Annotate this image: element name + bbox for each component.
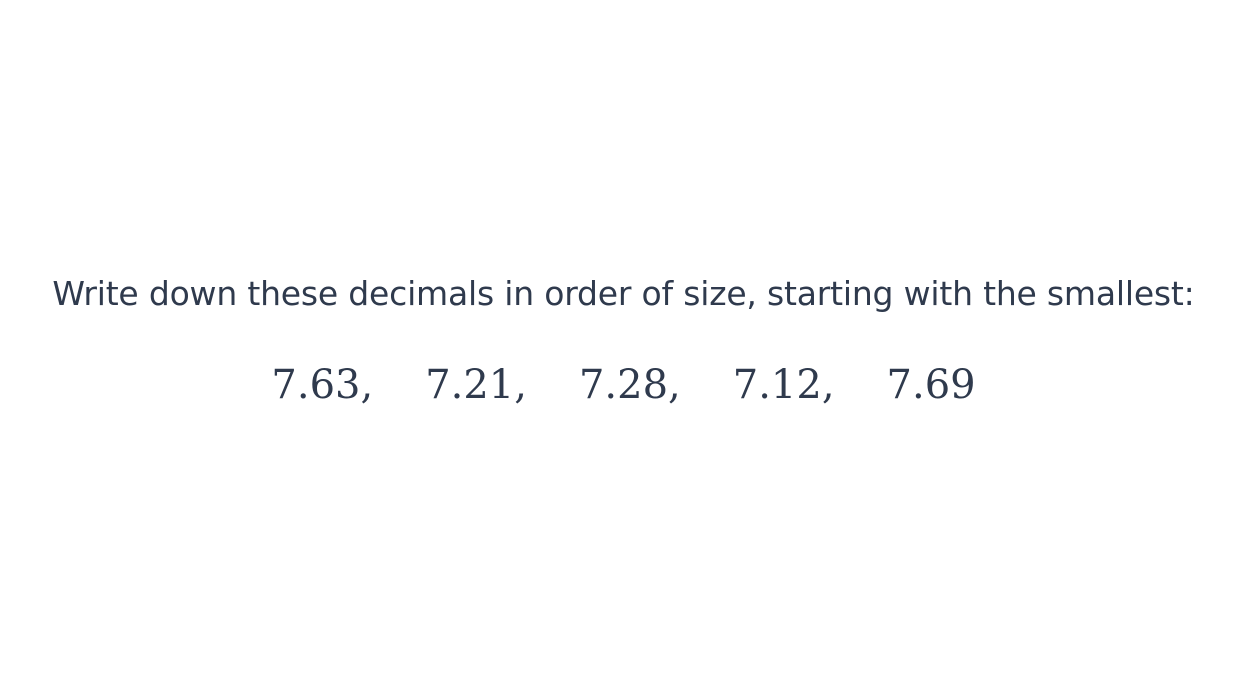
decimal-value: 7.12,: [732, 362, 835, 408]
decimal-value: 7.28,: [578, 362, 681, 408]
question-card: Write down these decimals in order of si…: [0, 0, 1247, 691]
question-prompt: Write down these decimals in order of si…: [52, 274, 1195, 313]
decimal-list: 7.63, 7.21, 7.28, 7.12, 7.69: [0, 361, 1247, 409]
decimal-value: 7.63,: [271, 362, 374, 408]
decimal-value: 7.21,: [425, 362, 527, 408]
decimal-value: 7.69: [886, 362, 976, 408]
